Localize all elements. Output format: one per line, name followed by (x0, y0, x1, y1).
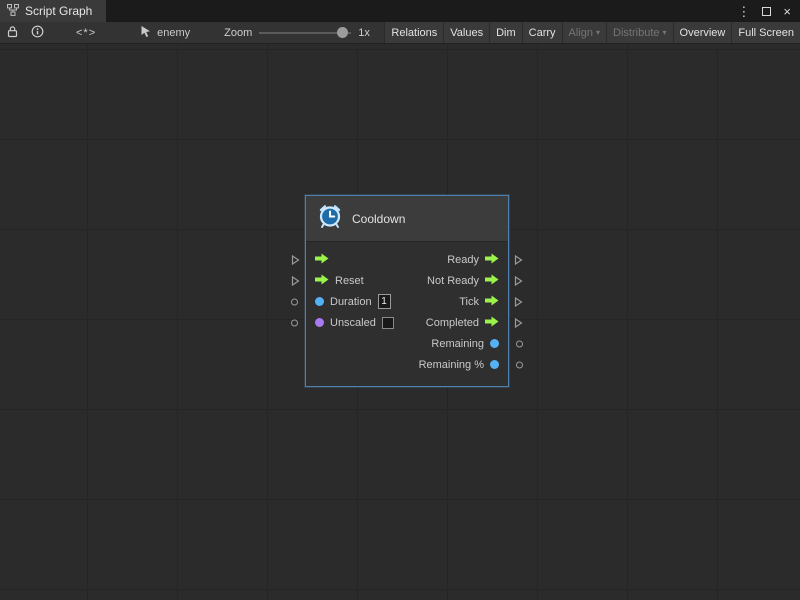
close-icon[interactable]: × (783, 5, 791, 18)
overview-button[interactable]: Overview (673, 22, 732, 43)
align-dropdown[interactable]: Align ▾ (562, 22, 606, 43)
output-port-circle[interactable] (516, 361, 523, 368)
port-row: Reset Not Ready (306, 270, 508, 291)
carry-button[interactable]: Carry (522, 22, 562, 43)
info-icon (31, 25, 44, 41)
port-label: Unscaled (330, 317, 376, 329)
full-screen-button[interactable]: Full Screen (731, 22, 800, 43)
lock-button[interactable] (0, 22, 25, 43)
maximize-icon[interactable] (762, 5, 771, 18)
graph-canvas[interactable]: Cooldown Ready (0, 45, 800, 600)
port-row: Unscaled Completed (306, 312, 508, 333)
node-title: Cooldown (352, 212, 405, 226)
tab-script-graph[interactable]: Script Graph (0, 0, 106, 22)
graph-owner-label: enemy (157, 27, 190, 39)
boolean-port-icon[interactable] (315, 318, 324, 327)
port-label: Reset (335, 275, 364, 287)
port-label: Not Ready (427, 275, 479, 287)
value-port-icon[interactable] (490, 360, 499, 369)
port-label: Duration (330, 296, 372, 308)
zoom-slider-handle[interactable] (337, 27, 348, 38)
cooldown-node[interactable]: Cooldown Ready (305, 195, 509, 387)
node-header[interactable]: Cooldown (306, 196, 508, 242)
output-port-triangle[interactable] (514, 254, 523, 265)
output-port-triangle[interactable] (514, 317, 523, 328)
zoom-value: 1x (358, 22, 370, 43)
values-button[interactable]: Values (443, 22, 489, 43)
input-port-triangle[interactable] (291, 254, 300, 265)
flow-port-icon[interactable] (315, 251, 329, 269)
graph-toolbar: <*> enemy Zoom 1x Relations Values Dim C… (0, 22, 800, 44)
dim-button[interactable]: Dim (489, 22, 522, 43)
distribute-dropdown[interactable]: Distribute ▾ (606, 22, 672, 43)
alarm-clock-icon (317, 203, 343, 234)
port-row: Remaining (306, 333, 508, 354)
pointer-icon (140, 25, 152, 41)
menu-icon[interactable]: ⋮ (737, 5, 750, 18)
graph-icon (7, 4, 19, 19)
port-label: Completed (426, 317, 479, 329)
value-port-icon[interactable] (490, 339, 499, 348)
output-port-triangle[interactable] (514, 296, 523, 307)
port-row: Duration 1 Tick (306, 291, 508, 312)
window-controls: ⋮ × (737, 0, 800, 22)
input-port-circle[interactable] (291, 298, 298, 305)
port-label: Tick (459, 296, 479, 308)
flow-port-icon[interactable] (485, 272, 499, 290)
unscaled-checkbox[interactable] (382, 317, 394, 329)
code-view-button[interactable]: <*> (70, 22, 102, 43)
input-port-triangle[interactable] (291, 275, 300, 286)
info-button[interactable] (25, 22, 50, 43)
relations-button[interactable]: Relations (384, 22, 443, 43)
code-icon: <*> (76, 27, 96, 39)
zoom-slider[interactable] (259, 27, 351, 39)
port-label: Remaining % (419, 359, 484, 371)
flow-port-icon[interactable] (485, 293, 499, 311)
port-row: Remaining % (306, 354, 508, 375)
port-label: Ready (447, 254, 479, 266)
zoom-label: Zoom (224, 22, 252, 43)
value-port-icon[interactable] (315, 297, 324, 306)
node-body: Ready Reset (306, 242, 508, 386)
toolbar-button-group: Relations Values Dim Carry Align ▾ Distr… (384, 22, 800, 43)
chevron-down-icon: ▾ (663, 28, 667, 37)
output-port-circle[interactable] (516, 340, 523, 347)
port-row: Ready (306, 249, 508, 270)
flow-port-icon[interactable] (315, 272, 329, 290)
flow-port-icon[interactable] (485, 314, 499, 332)
graph-target[interactable]: enemy (136, 22, 194, 43)
window-titlebar: Script Graph ⋮ × (0, 0, 800, 22)
chevron-down-icon: ▾ (596, 28, 600, 37)
duration-value-field[interactable]: 1 (378, 294, 391, 309)
tab-label: Script Graph (25, 4, 92, 18)
port-label: Remaining (431, 338, 484, 350)
flow-port-icon[interactable] (485, 251, 499, 269)
lock-icon (6, 25, 19, 41)
input-port-circle[interactable] (291, 319, 298, 326)
output-port-triangle[interactable] (514, 275, 523, 286)
